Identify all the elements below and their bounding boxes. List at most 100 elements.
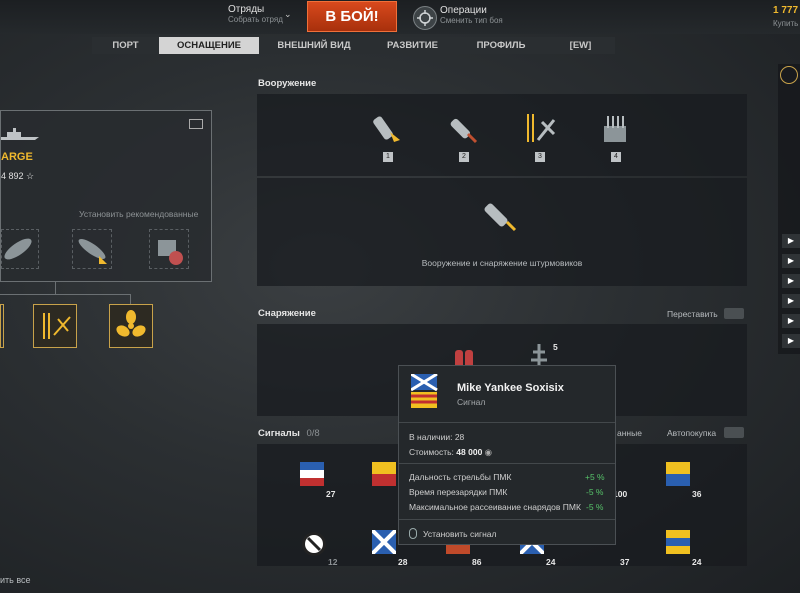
signal-count-8: 28 bbox=[398, 557, 408, 567]
equipment-title: Снаряжение bbox=[258, 308, 316, 319]
squads-sub: Собрать отряд bbox=[228, 15, 283, 24]
consumable-count: 5 bbox=[553, 342, 558, 352]
armament-title: Вооружение bbox=[258, 78, 317, 89]
tree-line bbox=[55, 282, 56, 294]
ship-name: ARGE bbox=[1, 151, 33, 163]
tab-clan[interactable]: [EW] bbox=[546, 37, 615, 54]
upgrade-slot-aircraft[interactable] bbox=[33, 304, 77, 348]
stock-label: В наличии: bbox=[409, 432, 453, 442]
signal-flag-12[interactable] bbox=[666, 530, 690, 554]
effect-value-3: -5 % bbox=[586, 502, 604, 512]
tooltip-stock: В наличии: 28 bbox=[409, 432, 464, 442]
torpedo-plane-icon[interactable] bbox=[522, 110, 558, 146]
signal-tooltip: Mike Yankee Soxisix Сигнал В наличии: 28… bbox=[398, 365, 616, 545]
module-slot-artillery[interactable] bbox=[149, 229, 189, 269]
chevron-down-icon[interactable]: ⌄ bbox=[284, 9, 292, 20]
operations-sub: Сменить тип боя bbox=[440, 16, 503, 25]
armament-slot-4-number: 4 bbox=[611, 152, 621, 162]
tab-profile[interactable]: ПРОФИЛЬ bbox=[456, 37, 546, 54]
operations-label: Операции bbox=[440, 5, 487, 16]
upgrade-slot-partial[interactable] bbox=[0, 304, 4, 348]
signals-count: 0/8 bbox=[306, 428, 320, 439]
armament-slot-2-number: 2 bbox=[459, 152, 469, 162]
signal-flag-6[interactable] bbox=[666, 462, 690, 486]
expand-arrow-icon[interactable]: ▶ bbox=[782, 234, 800, 248]
signal-flag-7[interactable] bbox=[302, 532, 326, 556]
credits-value: 1 777 bbox=[773, 5, 799, 16]
squads-label: Отряды bbox=[228, 4, 265, 15]
signal-flag-1[interactable] bbox=[300, 462, 324, 486]
module-slot-hull[interactable] bbox=[1, 229, 39, 269]
rearrange-label: Переставить bbox=[667, 309, 718, 319]
right-sidebar: ▶ ▶ ▶ ▶ ▶ ▶ bbox=[778, 64, 800, 354]
signal-count-6: 36 bbox=[692, 489, 702, 499]
operations-icon[interactable] bbox=[413, 6, 437, 30]
top-bar: Отряды Собрать отряд ⌄ В БОЙ! Операции С… bbox=[0, 0, 800, 34]
tree-line bbox=[0, 294, 130, 295]
tooltip-subtitle: Сигнал bbox=[457, 397, 486, 407]
aa-gun-icon[interactable] bbox=[598, 112, 632, 146]
attack-rocket-icon bbox=[481, 196, 521, 236]
divider bbox=[399, 422, 615, 423]
tooltip-cost: Стоимость: 48 000 ◉ bbox=[409, 447, 492, 458]
tooltip-action: Установить сигнал bbox=[423, 529, 497, 539]
tooltip-flag-icon bbox=[410, 372, 439, 410]
signal-count-11: 37 bbox=[620, 557, 630, 567]
battle-label: В БОЙ! bbox=[325, 8, 379, 25]
tooltip-title: Mike Yankee Soxisix bbox=[457, 382, 564, 394]
effect-label-1: Дальность стрельбы ПМК bbox=[409, 472, 512, 482]
battle-button[interactable]: В БОЙ! bbox=[307, 1, 397, 32]
buy-link[interactable]: Купить bbox=[773, 19, 798, 28]
ship-xp: 4 892 ☆ bbox=[1, 171, 35, 181]
armament-slot-3-number: 3 bbox=[535, 152, 545, 162]
signal-count-10: 24 bbox=[546, 557, 556, 567]
ship-card: ARGE 4 892 ☆ Установить рекомендованные bbox=[0, 110, 212, 282]
stock-value: 28 bbox=[454, 432, 465, 442]
effect-value-1: +5 % bbox=[585, 472, 605, 482]
remove-all-link[interactable]: ить все bbox=[0, 575, 31, 585]
shell-icon[interactable] bbox=[370, 112, 404, 146]
signal-flag-2[interactable] bbox=[372, 462, 396, 486]
divider bbox=[399, 519, 615, 520]
effect-label-3: Максимальное рассеивание снарядов ПМК bbox=[409, 502, 581, 512]
squads-button[interactable]: Отряды Собрать отряд bbox=[228, 4, 283, 24]
upgrade-slot-propeller[interactable] bbox=[109, 304, 153, 348]
signal-count-1: 27 bbox=[326, 489, 336, 499]
signals-recommended-fragment[interactable]: анные bbox=[617, 428, 642, 438]
operations-button[interactable]: Операции Сменить тип боя bbox=[440, 5, 503, 25]
tab-equipment[interactable]: ОСНАЩЕНИЕ bbox=[159, 37, 259, 54]
attack-aircraft-caption: Вооружение и снаряжение штурмовиков bbox=[421, 258, 583, 268]
expand-arrow-icon[interactable]: ▶ bbox=[782, 294, 800, 308]
tab-port[interactable]: ПОРТ bbox=[92, 37, 159, 54]
tab-appearance[interactable]: ВНЕШНИЙ ВИД bbox=[259, 37, 369, 54]
expand-arrow-icon[interactable]: ▶ bbox=[782, 334, 800, 348]
module-slot-aircraft[interactable] bbox=[72, 229, 112, 269]
effect-label-2: Время перезарядки ПМК bbox=[409, 487, 508, 497]
attack-aircraft-panel: Вооружение и снаряжение штурмовиков bbox=[257, 178, 747, 286]
autobuy-toggle[interactable] bbox=[724, 427, 744, 438]
signal-flag-8[interactable] bbox=[370, 528, 398, 556]
mouse-icon bbox=[409, 528, 417, 539]
signals-title-text: Сигналы bbox=[258, 428, 300, 439]
rearrange-toggle[interactable] bbox=[724, 308, 744, 319]
divider bbox=[399, 463, 615, 464]
achievement-icon[interactable] bbox=[780, 66, 798, 84]
main-tabs: ПОРТ ОСНАЩЕНИЕ ВНЕШНИЙ ВИД РАЗВИТИЕ ПРОФ… bbox=[92, 37, 615, 54]
tree-line bbox=[130, 294, 131, 304]
signals-title: Сигналы 0/8 bbox=[258, 428, 320, 439]
credits-icon: ◉ bbox=[484, 447, 493, 457]
cost-value: 48 000 bbox=[456, 447, 483, 457]
tab-development[interactable]: РАЗВИТИЕ bbox=[369, 37, 456, 54]
cost-label: Стоимость: bbox=[409, 447, 454, 457]
expand-arrow-icon[interactable]: ▶ bbox=[782, 254, 800, 268]
signal-count-12: 24 bbox=[692, 557, 702, 567]
expand-arrow-icon[interactable]: ▶ bbox=[782, 314, 800, 328]
expand-arrow-icon[interactable]: ▶ bbox=[782, 274, 800, 288]
effect-value-2: -5 % bbox=[586, 487, 604, 497]
install-recommended-link[interactable]: Установить рекомендованные bbox=[79, 209, 198, 219]
armament-panel: 1 2 3 4 bbox=[257, 94, 747, 176]
ship-silhouette-icon bbox=[1, 127, 41, 141]
camera-icon[interactable] bbox=[189, 119, 203, 129]
armament-slot-1-number: 1 bbox=[383, 152, 393, 162]
rocket-icon[interactable] bbox=[446, 112, 480, 146]
